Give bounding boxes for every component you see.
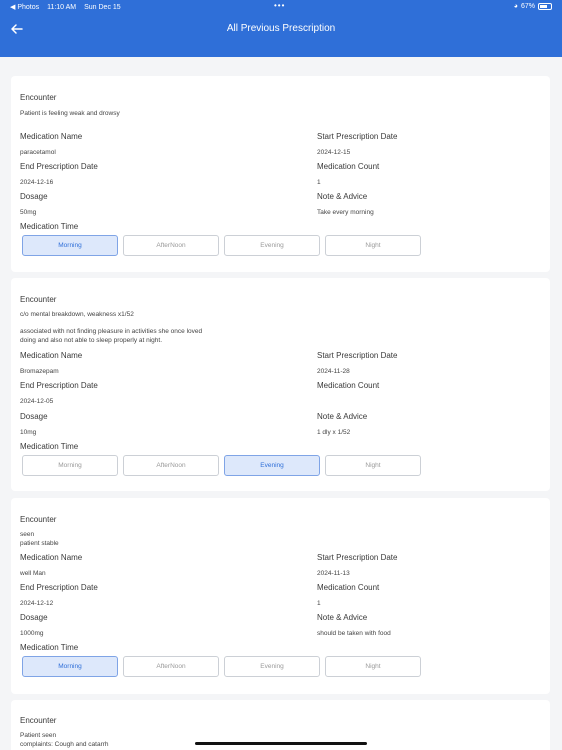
time-night-button[interactable]: Night — [325, 455, 421, 476]
encounter-label: Encounter — [20, 93, 57, 102]
prescription-card: Encounter c/o mental breakdown, weakness… — [11, 278, 550, 491]
encounter-label: Encounter — [20, 716, 57, 725]
encounter-text: seen — [20, 531, 35, 538]
wifi-icon: ◕ — [513, 3, 518, 10]
medication-count-value: 1 — [317, 179, 321, 186]
note-value: Take every morning — [317, 209, 374, 216]
start-date-label: Start Prescription Date — [317, 553, 398, 562]
time-evening-button[interactable]: Evening — [224, 455, 320, 476]
encounter-label: Encounter — [20, 295, 57, 304]
medication-time-options: Morning AfterNoon Evening Night — [22, 235, 421, 256]
medication-time-options: Morning AfterNoon Evening Night — [22, 455, 421, 476]
encounter-text: c/o mental breakdown, weakness x1/52 — [20, 311, 134, 318]
encounter-text: associated with not finding pleasure in … — [20, 328, 203, 335]
start-date-value: 2024-11-13 — [317, 570, 350, 577]
medication-name-label: Medication Name — [20, 553, 83, 562]
prescription-card: Encounter Patient is feeling weak and dr… — [11, 76, 550, 272]
note-label: Note & Advice — [317, 412, 368, 421]
medication-count-label: Medication Count — [317, 162, 380, 171]
end-date-label: End Prescription Date — [20, 381, 98, 390]
note-value: should be taken with food — [317, 630, 391, 637]
prescription-list[interactable]: Encounter Patient is feeling weak and dr… — [0, 57, 562, 750]
encounter-label: Encounter — [20, 515, 57, 524]
note-value: 1 dly x 1/52 — [317, 429, 351, 436]
time-evening-button[interactable]: Evening — [224, 235, 320, 256]
status-bar: ◀ Photos 11:10 AM Sun Dec 15 ••• ◕ 67% — [0, 1, 562, 13]
dosage-value: 50mg — [20, 209, 37, 216]
start-date-label: Start Prescription Date — [317, 351, 398, 360]
medication-count-value: 1 — [317, 600, 321, 607]
time-morning-button[interactable]: Morning — [22, 656, 118, 677]
end-date-value: 2024-12-16 — [20, 179, 54, 186]
dosage-value: 10mg — [20, 429, 37, 436]
battery-icon — [538, 3, 552, 10]
app-header: ◀ Photos 11:10 AM Sun Dec 15 ••• ◕ 67% A… — [0, 0, 562, 57]
encounter-text: patient stable — [20, 540, 59, 547]
end-date-label: End Prescription Date — [20, 583, 98, 592]
medication-time-label: Medication Time — [20, 643, 79, 652]
time-afternoon-button[interactable]: AfterNoon — [123, 455, 219, 476]
end-date-value: 2024-12-12 — [20, 600, 54, 607]
time-morning-button[interactable]: Morning — [22, 455, 118, 476]
start-date-label: Start Prescription Date — [317, 132, 398, 141]
dosage-label: Dosage — [20, 613, 48, 622]
status-time: 11:10 AM — [47, 4, 77, 11]
medication-name-value: Bromazepam — [20, 368, 59, 375]
dosage-label: Dosage — [20, 192, 48, 201]
prescription-card: Encounter seen patient stable Medication… — [11, 498, 550, 694]
medication-name-label: Medication Name — [20, 351, 83, 360]
medication-time-label: Medication Time — [20, 222, 79, 231]
note-label: Note & Advice — [317, 192, 368, 201]
status-date: Sun Dec 15 — [84, 4, 121, 11]
dosage-value: 1000mg — [20, 630, 44, 637]
home-indicator[interactable] — [195, 742, 367, 745]
medication-time-label: Medication Time — [20, 442, 79, 451]
encounter-text: Patient seen — [20, 732, 57, 739]
medication-name-label: Medication Name — [20, 132, 83, 141]
time-morning-button[interactable]: Morning — [22, 235, 118, 256]
start-date-value: 2024-11-28 — [317, 368, 350, 375]
time-night-button[interactable]: Night — [325, 235, 421, 256]
page-title: All Previous Prescription — [226, 23, 336, 34]
back-to-app-link[interactable]: ◀ Photos — [10, 4, 39, 11]
end-date-value: 2024-12-05 — [20, 398, 54, 405]
multitask-dots-icon[interactable]: ••• — [274, 1, 285, 10]
encounter-text: complaints: Cough and catarrh — [20, 741, 109, 748]
dosage-label: Dosage — [20, 412, 48, 421]
time-night-button[interactable]: Night — [325, 656, 421, 677]
medication-name-value: paracetamol — [20, 149, 56, 156]
end-date-label: End Prescription Date — [20, 162, 98, 171]
time-afternoon-button[interactable]: AfterNoon — [123, 235, 219, 256]
encounter-text: Patient is feeling weak and drowsy — [20, 110, 120, 117]
start-date-value: 2024-12-15 — [317, 149, 351, 156]
medication-name-value: well Man — [20, 570, 46, 577]
battery-percent: 67% — [520, 3, 535, 10]
encounter-text: doing and also not able to sleep properl… — [20, 337, 163, 344]
time-afternoon-button[interactable]: AfterNoon — [123, 656, 219, 677]
medication-count-label: Medication Count — [317, 583, 380, 592]
medication-count-label: Medication Count — [317, 381, 380, 390]
medication-time-options: Morning AfterNoon Evening Night — [22, 656, 421, 677]
time-evening-button[interactable]: Evening — [224, 656, 320, 677]
note-label: Note & Advice — [317, 613, 368, 622]
